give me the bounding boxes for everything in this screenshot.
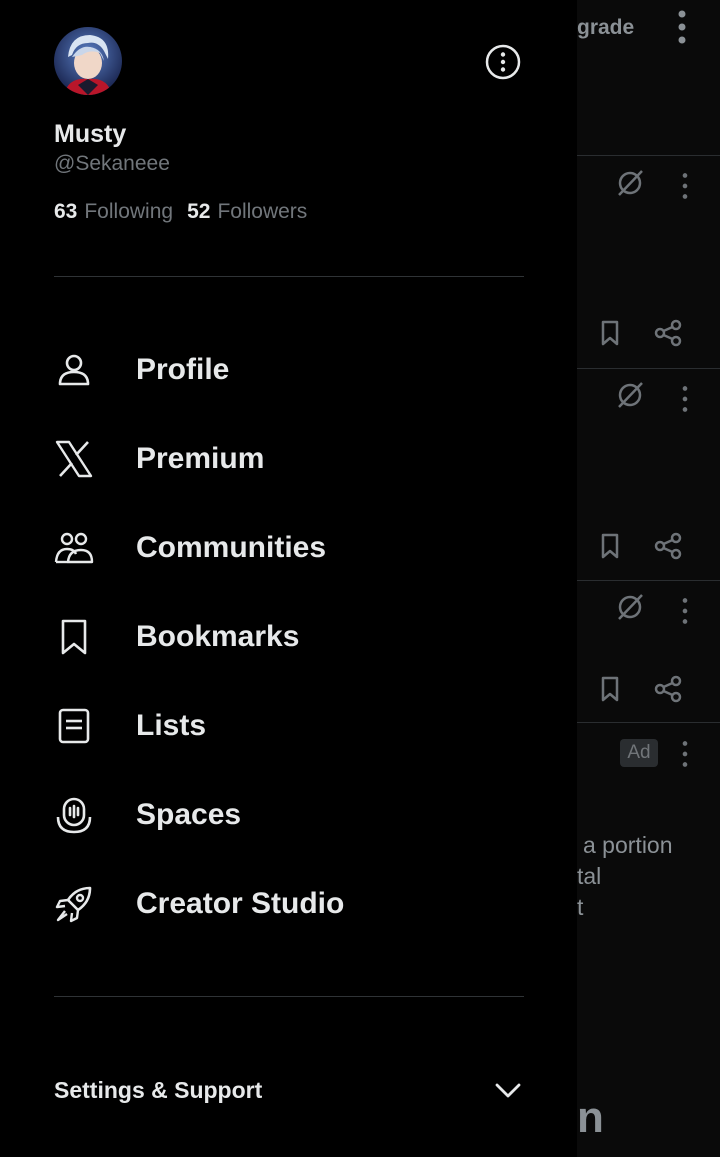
feed-snippet-line: tal (577, 863, 602, 889)
grok-icon[interactable] (615, 592, 645, 622)
menu-item-communities[interactable]: Communities (54, 518, 524, 578)
feed-divider (577, 155, 720, 156)
bookmark-icon[interactable] (595, 318, 625, 348)
divider (54, 276, 524, 277)
display-name[interactable]: Musty (54, 120, 126, 149)
person-icon (54, 350, 94, 390)
grok-icon[interactable] (615, 380, 645, 410)
more-icon[interactable] (677, 597, 693, 625)
feed-partial-text: n (577, 1093, 604, 1142)
more-icon[interactable] (677, 385, 693, 413)
menu-item-label: Bookmarks (136, 620, 300, 653)
navigation-drawer: Musty @Sekaneee 63 Following 52 Followers … (0, 0, 577, 1157)
settings-support-label: Settings & Support (54, 1076, 263, 1103)
share-icon[interactable] (653, 318, 683, 348)
more-options-icon[interactable] (485, 44, 521, 80)
following-count: 63 (54, 200, 78, 223)
feed-snippet-line: a portion (583, 832, 673, 858)
menu-item-profile[interactable]: Profile (54, 340, 524, 400)
followers-count: 52 (187, 200, 211, 223)
menu-item-label: Profile (136, 353, 230, 386)
feed-header-text: grade (577, 16, 635, 39)
feed-divider (577, 580, 720, 581)
share-icon[interactable] (653, 531, 683, 561)
communities-icon (54, 528, 94, 568)
spaces-icon (54, 795, 94, 835)
following-link[interactable]: 63 Following (54, 200, 173, 224)
chevron-down-icon (492, 1074, 524, 1106)
bookmark-icon[interactable] (595, 674, 625, 704)
menu-item-bookmarks[interactable]: Bookmarks (54, 607, 524, 667)
bookmark-icon (54, 617, 94, 657)
settings-support-toggle[interactable]: Settings & Support (54, 1070, 524, 1110)
timeline-feed: grade Ad a portion tal t n (577, 0, 720, 1157)
list-icon (54, 706, 94, 746)
menu-item-label: Premium (136, 442, 265, 475)
menu-item-label: Spaces (136, 798, 242, 831)
followers-label: Followers (217, 200, 308, 223)
share-icon[interactable] (653, 674, 683, 704)
menu-item-label: Creator Studio (136, 887, 345, 920)
menu-item-lists[interactable]: Lists (54, 696, 524, 756)
divider (54, 996, 524, 997)
more-icon[interactable] (677, 172, 693, 200)
username-handle[interactable]: @Sekaneee (54, 152, 170, 176)
x-logo-icon (54, 439, 94, 479)
rocket-icon (54, 884, 94, 924)
avatar[interactable] (54, 27, 122, 95)
menu-item-spaces[interactable]: Spaces (54, 785, 524, 845)
feed-divider (577, 368, 720, 369)
grok-icon[interactable] (615, 168, 645, 198)
menu-item-label: Communities (136, 531, 327, 564)
more-icon[interactable] (677, 740, 693, 768)
feed-divider (577, 722, 720, 723)
more-vertical-icon[interactable] (667, 10, 697, 44)
follow-stats: 63 Following 52 Followers (54, 200, 307, 224)
menu-item-creator-studio[interactable]: Creator Studio (54, 874, 524, 934)
bookmark-icon[interactable] (595, 531, 625, 561)
menu-item-premium[interactable]: Premium (54, 429, 524, 489)
followers-link[interactable]: 52 Followers (187, 200, 307, 224)
feed-snippet-line: t (577, 894, 584, 920)
menu-item-label: Lists (136, 709, 207, 742)
ad-badge: Ad (620, 739, 658, 767)
following-label: Following (84, 200, 174, 223)
